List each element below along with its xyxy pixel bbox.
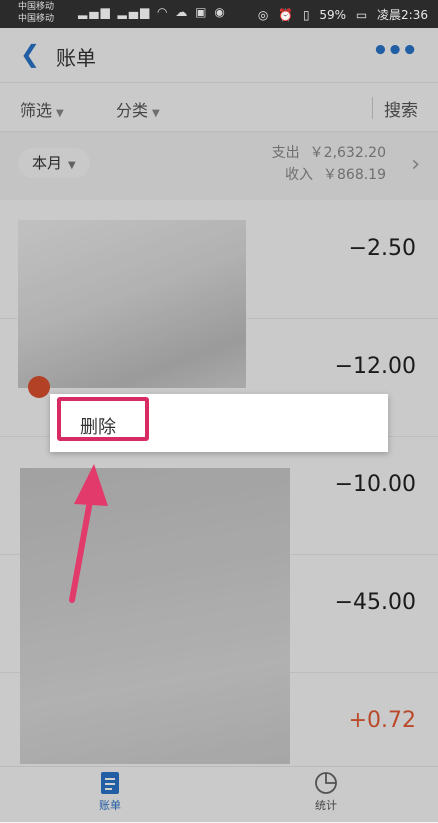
highlight-annotation	[57, 397, 149, 441]
eye-icon: ◎	[257, 8, 269, 22]
signal-icon: ▂▄▆	[117, 5, 152, 19]
battery-percent: 59%	[319, 8, 347, 22]
chat-icon: ◉	[214, 5, 227, 19]
cloud-icon: ☁	[175, 5, 190, 19]
annotation-arrow-icon	[69, 464, 108, 603]
status-right: ◎ ⏰ ▯ 59% ▭ 凌晨2:36	[252, 6, 428, 23]
carrier-1: 中国移动	[18, 2, 55, 12]
alarm-icon: ⏰	[278, 8, 294, 22]
status-bar: 中国移动 中国移动 ▂▄▆ ▂▄▆ ◠ ☁ ▣ ◉ ◎ ⏰ ▯ 59% ▭ 凌晨…	[0, 0, 438, 28]
signal-icon: ▂▄▆	[78, 5, 112, 19]
clock: 凌晨2:36	[377, 8, 428, 22]
carrier-info: 中国移动 中国移动	[18, 1, 54, 25]
app-notification-icon: ▣	[195, 5, 209, 19]
wifi-icon: ◠	[157, 5, 170, 19]
signal-icons: ▂▄▆ ▂▄▆ ◠ ☁ ▣ ◉	[78, 5, 227, 19]
battery-icon: ▭	[355, 8, 368, 22]
carrier-2: 中国移动	[18, 14, 55, 24]
vibrate-icon: ▯	[302, 8, 310, 22]
